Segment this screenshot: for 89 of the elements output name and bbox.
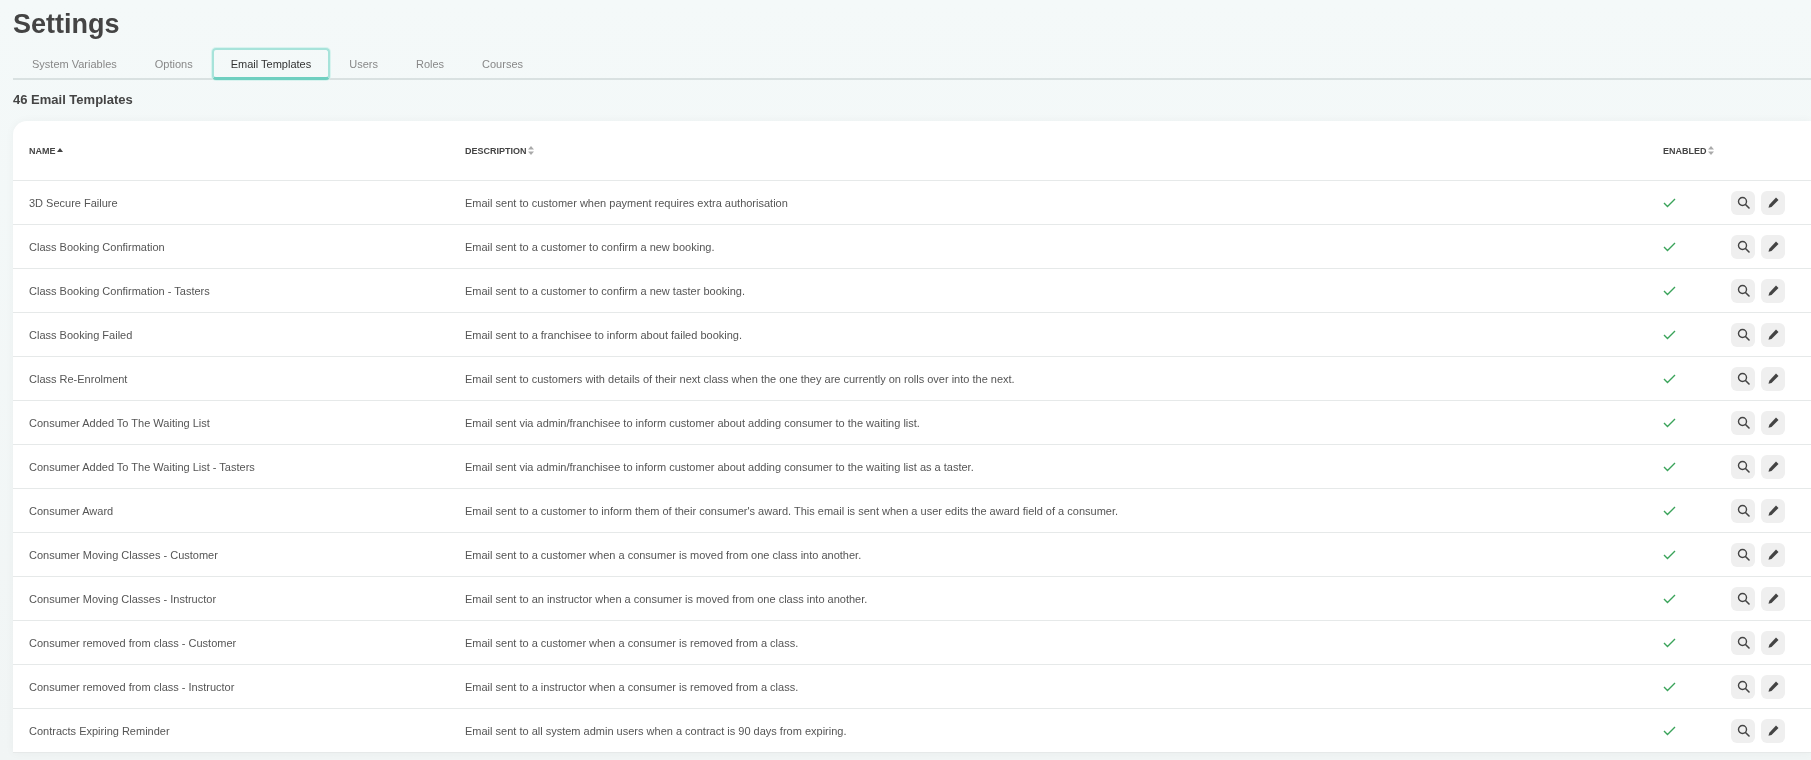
edit-button[interactable] bbox=[1761, 366, 1785, 391]
column-header[interactable]: DESCRIPTION bbox=[465, 145, 534, 156]
pencil-icon bbox=[1766, 416, 1780, 429]
column-header[interactable]: NAME bbox=[29, 145, 63, 156]
edit-button[interactable] bbox=[1761, 674, 1785, 699]
template-description: Email sent to customer when payment requires extra authorisation bbox=[465, 196, 788, 209]
template-name: Contracts Expiring Reminder bbox=[29, 724, 170, 737]
template-description: Email sent to a instructor when a consumer is removed from a class. bbox=[465, 680, 799, 693]
edit-button[interactable] bbox=[1761, 498, 1785, 523]
edit-button[interactable] bbox=[1761, 454, 1785, 479]
template-name: Class Re-Enrolment bbox=[29, 372, 128, 385]
search-icon bbox=[1736, 416, 1750, 429]
view-button[interactable] bbox=[1731, 542, 1755, 567]
view-button[interactable] bbox=[1731, 498, 1755, 523]
pencil-icon bbox=[1766, 196, 1780, 209]
tab[interactable]: Users bbox=[330, 48, 397, 80]
template-description: Email sent to a franchisee to inform about failed booking. bbox=[465, 328, 742, 341]
tab[interactable]: Roles bbox=[396, 48, 464, 80]
pencil-icon bbox=[1766, 592, 1780, 605]
view-button[interactable] bbox=[1731, 322, 1755, 347]
view-button[interactable] bbox=[1731, 630, 1755, 655]
template-count: 46 Email Templates bbox=[13, 92, 133, 107]
template-name: Consumer removed from class - Customer bbox=[29, 636, 237, 649]
edit-button[interactable] bbox=[1761, 234, 1785, 259]
template-name: 3D Secure Failure bbox=[29, 196, 118, 209]
search-icon bbox=[1736, 592, 1750, 605]
pencil-icon bbox=[1766, 636, 1780, 649]
template-name: Consumer Added To The Waiting List - Tasters bbox=[29, 460, 255, 473]
pencil-icon bbox=[1766, 372, 1780, 385]
pencil-icon bbox=[1766, 460, 1780, 473]
search-icon bbox=[1736, 328, 1750, 341]
tab[interactable]: Courses bbox=[463, 48, 543, 80]
view-button[interactable] bbox=[1731, 366, 1755, 391]
tab[interactable]: Options bbox=[135, 48, 212, 80]
template-description: Email sent to a customer to inform them of their consumer's award. This email is sent when a user edits the award field of a consumer. bbox=[465, 504, 1119, 517]
view-button[interactable] bbox=[1731, 718, 1755, 743]
template-name: Consumer Award bbox=[29, 504, 114, 517]
edit-button[interactable] bbox=[1761, 542, 1785, 567]
search-icon bbox=[1736, 460, 1750, 473]
view-button[interactable] bbox=[1731, 586, 1755, 611]
tab[interactable]: System Variables bbox=[13, 48, 136, 80]
template-name: Consumer Added To The Waiting List bbox=[29, 416, 210, 429]
template-description: Email sent to customers with details of their next class when the one they are currently on rolls over into the next. bbox=[465, 372, 1015, 385]
template-description: Email sent to a customer when a consumer is removed from a class. bbox=[465, 636, 799, 649]
search-icon bbox=[1736, 724, 1750, 737]
search-icon bbox=[1736, 548, 1750, 561]
pencil-icon bbox=[1766, 680, 1780, 693]
pencil-icon bbox=[1766, 504, 1780, 517]
edit-button[interactable] bbox=[1761, 190, 1785, 215]
view-button[interactable] bbox=[1731, 410, 1755, 435]
view-button[interactable] bbox=[1731, 278, 1755, 303]
pencil-icon bbox=[1766, 328, 1780, 341]
search-icon bbox=[1736, 196, 1750, 209]
pencil-icon bbox=[1766, 240, 1780, 253]
edit-button[interactable] bbox=[1761, 278, 1785, 303]
template-description: Email sent to all system admin users when a contract is 90 days from expiring. bbox=[465, 724, 847, 737]
pencil-icon bbox=[1766, 284, 1780, 297]
template-name: Class Booking Failed bbox=[29, 328, 133, 341]
template-name: Consumer Moving Classes - Instructor bbox=[29, 592, 217, 605]
view-button[interactable] bbox=[1731, 674, 1755, 699]
template-description: Email sent to an instructor when a consumer is moved from one class into another. bbox=[465, 592, 868, 605]
view-button[interactable] bbox=[1731, 234, 1755, 259]
search-icon bbox=[1736, 636, 1750, 649]
template-name: Consumer removed from class - Instructor bbox=[29, 680, 235, 693]
search-icon bbox=[1736, 504, 1750, 517]
search-icon bbox=[1736, 240, 1750, 253]
tab[interactable]: Email Templates bbox=[211, 48, 331, 80]
template-description: Email sent to a customer when a consumer is moved from one class into another. bbox=[465, 548, 862, 561]
template-description: Email sent to a customer to confirm a new booking. bbox=[465, 240, 715, 253]
view-button[interactable] bbox=[1731, 454, 1755, 479]
template-description: Email sent to a customer to confirm a new taster booking. bbox=[465, 284, 746, 297]
edit-button[interactable] bbox=[1761, 410, 1785, 435]
search-icon bbox=[1736, 284, 1750, 297]
template-name: Consumer Moving Classes - Customer bbox=[29, 548, 218, 561]
search-icon bbox=[1736, 372, 1750, 385]
page-title: Settings bbox=[13, 8, 120, 40]
edit-button[interactable] bbox=[1761, 718, 1785, 743]
edit-button[interactable] bbox=[1761, 586, 1785, 611]
view-button[interactable] bbox=[1731, 190, 1755, 215]
pencil-icon bbox=[1766, 548, 1780, 561]
column-header[interactable]: ENABLED bbox=[1663, 145, 1714, 156]
template-description: Email sent via admin/franchisee to inform customer about adding consumer to the waiting list as a taster. bbox=[465, 460, 974, 473]
pencil-icon bbox=[1766, 724, 1780, 737]
template-description: Email sent via admin/franchisee to inform customer about adding consumer to the waiting list. bbox=[465, 416, 920, 429]
edit-button[interactable] bbox=[1761, 322, 1785, 347]
template-name: Class Booking Confirmation bbox=[29, 240, 165, 253]
edit-button[interactable] bbox=[1761, 630, 1785, 655]
template-name: Class Booking Confirmation - Tasters bbox=[29, 284, 210, 297]
search-icon bbox=[1736, 680, 1750, 693]
